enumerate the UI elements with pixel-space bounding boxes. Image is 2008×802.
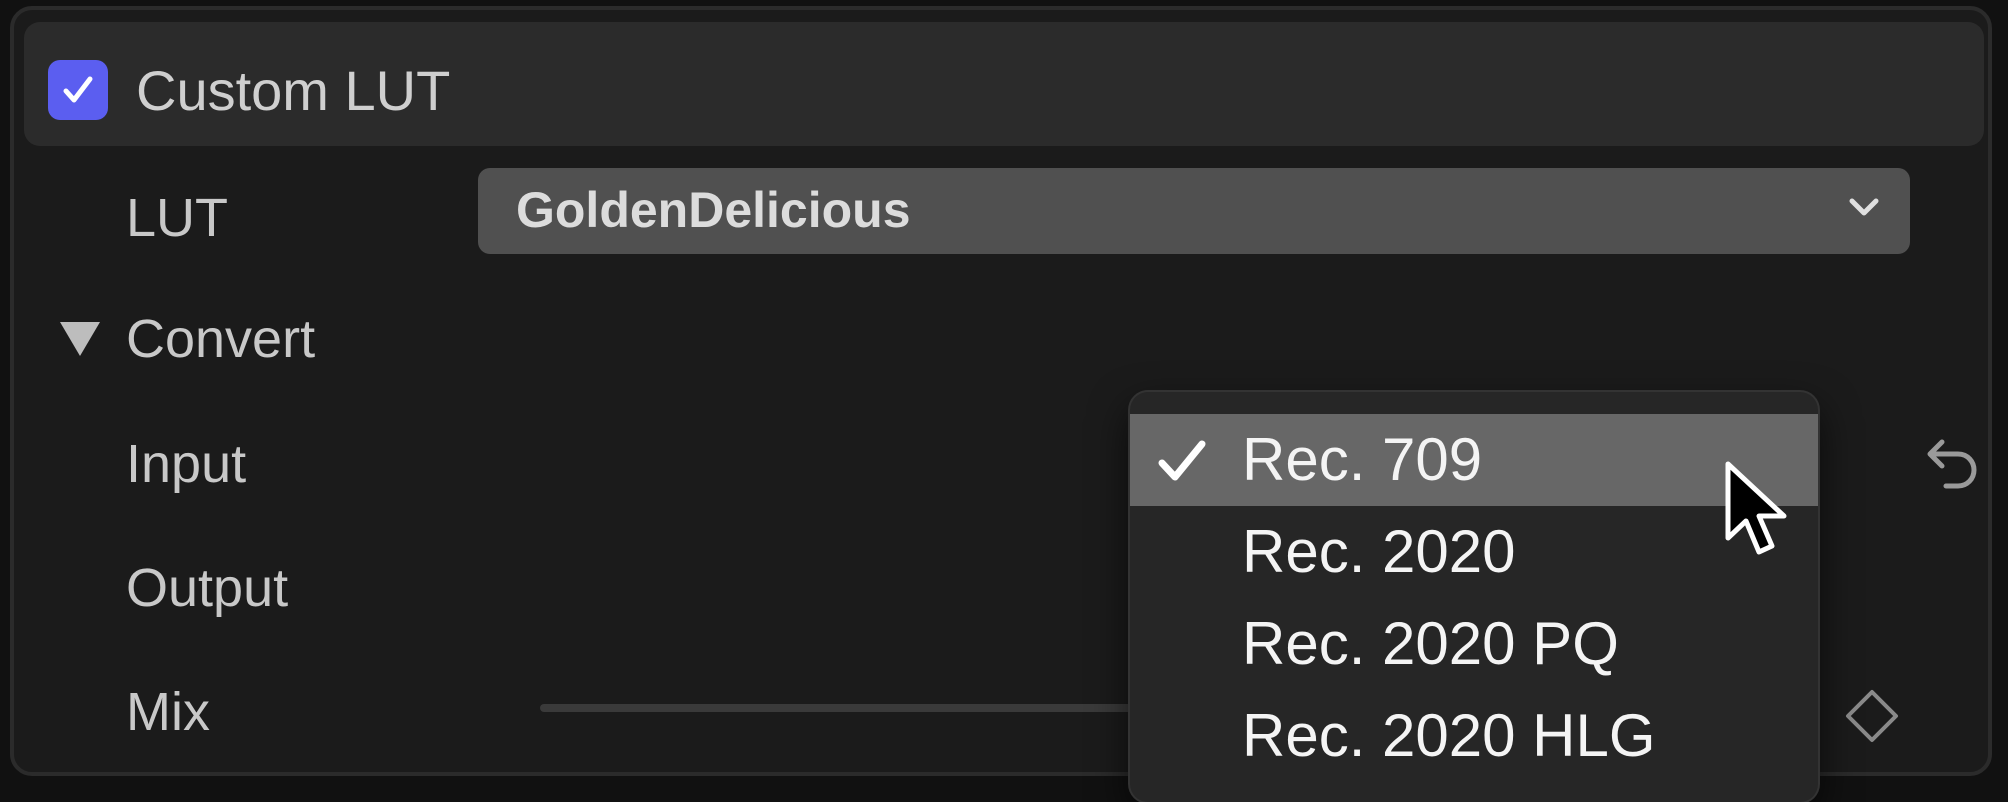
- undo-arrow-icon[interactable]: [1924, 434, 1980, 492]
- menu-item-label: Rec. 2020: [1242, 518, 1516, 585]
- checkmark-icon: [63, 76, 93, 103]
- menu-item-label: Rec. 2020 HLG: [1242, 702, 1656, 769]
- menu-item-label: Rec. 2020 PQ: [1242, 610, 1619, 677]
- input-color-space-menu[interactable]: Rec. 709 Rec. 2020 Rec. 2020 PQ Rec. 202…: [1130, 392, 1818, 802]
- chevron-down-icon: [1849, 198, 1879, 216]
- menu-item-rec2020[interactable]: Rec. 2020: [1130, 506, 1818, 598]
- convert-label: Convert: [126, 309, 316, 369]
- custom-lut-checkbox[interactable]: [48, 60, 108, 120]
- mouse-pointer-icon: [1725, 461, 1787, 555]
- menu-item-label: Rec. 709: [1242, 426, 1483, 493]
- mix-slider[interactable]: [540, 704, 1160, 712]
- diamond-keyframe-icon[interactable]: [1842, 686, 1902, 746]
- menu-item-rec709[interactable]: Rec. 709: [1130, 414, 1818, 506]
- output-label: Output: [126, 558, 289, 618]
- menu-item-rec2020-hlg[interactable]: Rec. 2020 HLG: [1130, 690, 1818, 782]
- lut-dropdown[interactable]: GoldenDelicious: [478, 168, 1910, 254]
- checkmark-icon: [1158, 440, 1206, 481]
- lut-dropdown-value: GoldenDelicious: [516, 182, 911, 238]
- mix-label: Mix: [126, 682, 210, 742]
- menu-item-rec2020-pq[interactable]: Rec. 2020 PQ: [1130, 598, 1818, 690]
- custom-lut-title: Custom LUT: [136, 59, 451, 122]
- custom-lut-header[interactable]: Custom LUT: [24, 22, 1984, 146]
- disclosure-triangle-down-icon[interactable]: [58, 320, 102, 358]
- lut-label: LUT: [126, 188, 229, 248]
- input-label: Input: [126, 434, 247, 494]
